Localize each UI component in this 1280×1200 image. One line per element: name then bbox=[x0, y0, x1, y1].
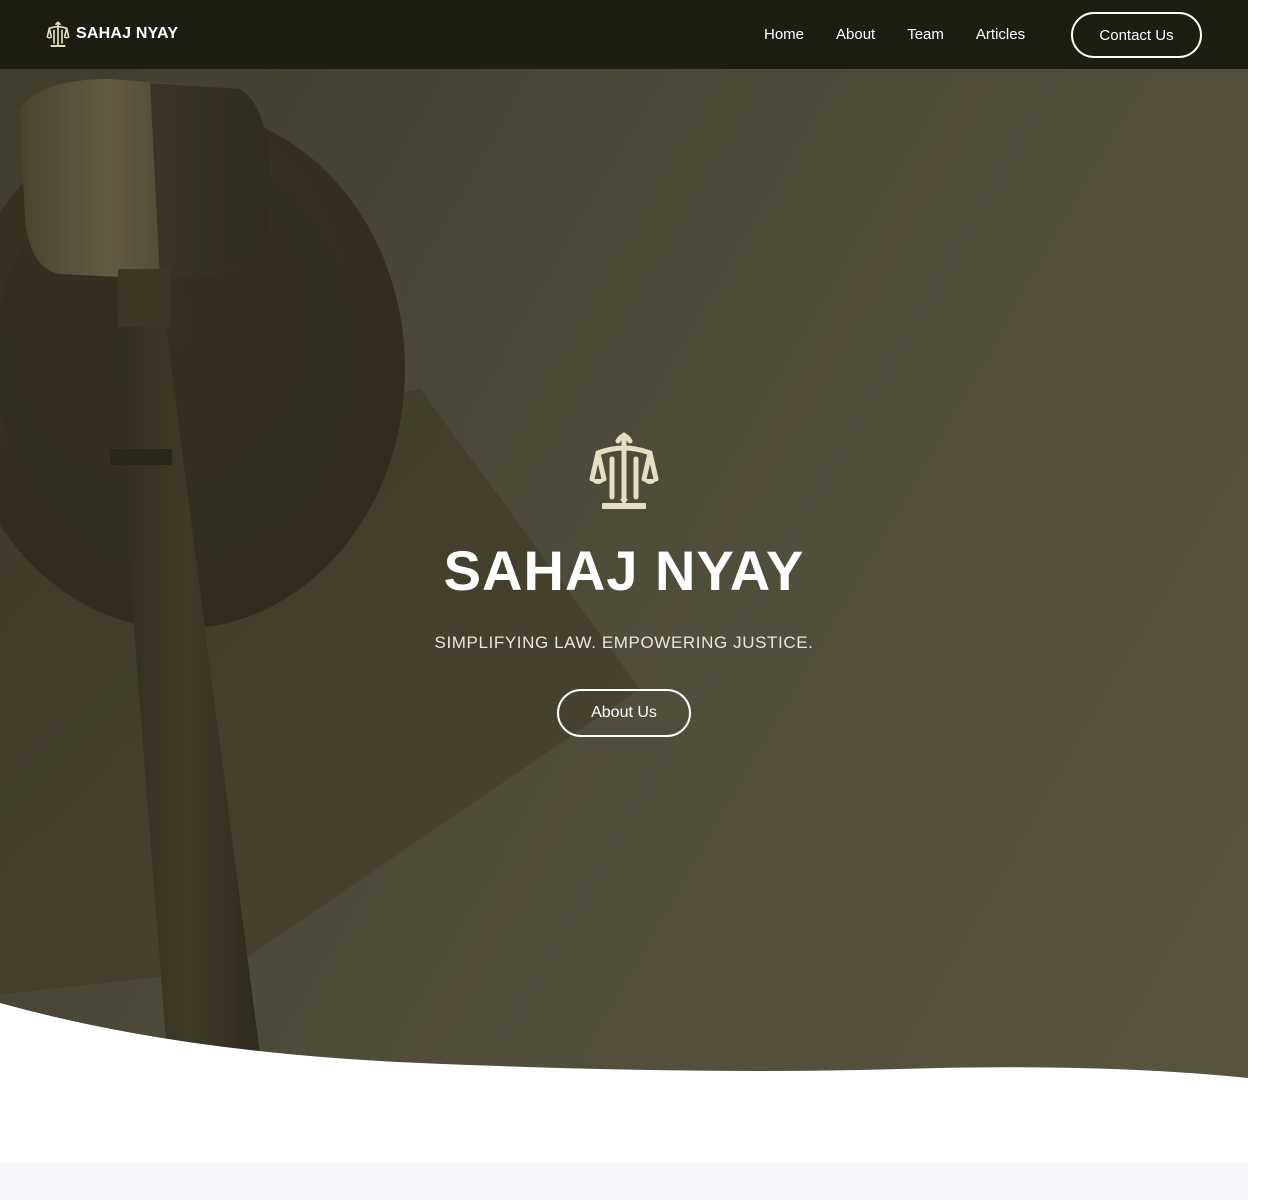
hero-content: SAHAJ NYAY SIMPLIFYING LAW. EMPOWERING J… bbox=[0, 429, 1248, 737]
nav-link-about[interactable]: About bbox=[820, 0, 891, 69]
about-us-button[interactable]: About Us bbox=[557, 689, 691, 737]
next-section-start bbox=[0, 1162, 1248, 1200]
hero-section: SAHAJ NYAY SIMPLIFYING LAW. EMPOWERING J… bbox=[0, 69, 1248, 1093]
hero-tagline: SIMPLIFYING LAW. EMPOWERING JUSTICE. bbox=[434, 633, 814, 652]
page: SAHAJ NYAY Home About Team Articles Cont… bbox=[0, 0, 1280, 1200]
nav-link-team[interactable]: Team bbox=[891, 0, 960, 69]
hero-wave-divider bbox=[0, 1003, 1248, 1093]
nav-link-articles[interactable]: Articles bbox=[960, 0, 1041, 69]
nav-link-home[interactable]: Home bbox=[748, 0, 820, 69]
hero-title: SAHAJ NYAY bbox=[443, 539, 805, 602]
nav-links: Home About Team Articles bbox=[748, 0, 1041, 69]
scales-of-justice-icon bbox=[589, 432, 659, 509]
brand-name: SAHAJ NYAY bbox=[76, 25, 179, 42]
brand-logo-link[interactable]: SAHAJ NYAY bbox=[46, 20, 178, 48]
top-navbar: SAHAJ NYAY Home About Team Articles Cont… bbox=[0, 0, 1248, 69]
scales-of-justice-icon bbox=[46, 21, 70, 47]
contact-us-button[interactable]: Contact Us bbox=[1071, 12, 1202, 58]
page-gutter bbox=[1248, 0, 1280, 1200]
